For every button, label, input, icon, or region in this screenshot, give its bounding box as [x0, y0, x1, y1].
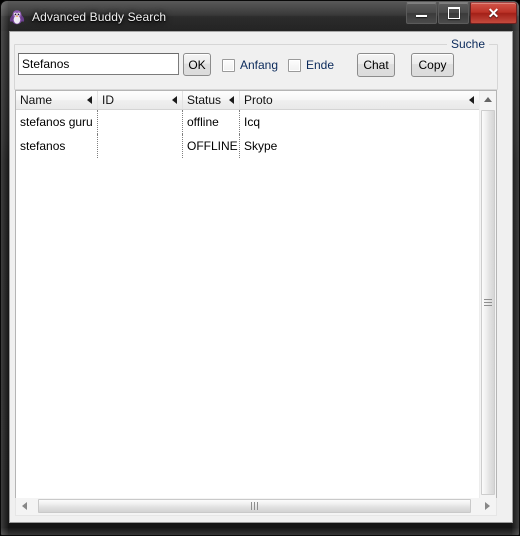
checkbox-ende[interactable]: Ende [288, 58, 334, 72]
cell-status: offline [183, 110, 240, 134]
column-header-name-label: Name [20, 93, 53, 107]
table-row[interactable]: stefanos guru offline Icq [16, 110, 479, 134]
scroll-left-button[interactable] [16, 498, 33, 514]
column-header-id[interactable]: ID [98, 91, 183, 109]
sort-left-icon [229, 96, 234, 104]
copy-button[interactable]: Copy [411, 53, 454, 77]
column-header-status[interactable]: Status [183, 91, 240, 109]
close-button[interactable]: ✕ [470, 2, 517, 24]
vertical-scrollbar[interactable] [479, 91, 496, 514]
penguin-app-icon [9, 9, 25, 25]
chevron-up-icon [484, 97, 492, 102]
horizontal-scrollbar[interactable] [15, 498, 497, 516]
window-edge-right [512, 1, 519, 535]
cell-name: stefanos [16, 134, 98, 158]
column-header-name[interactable]: Name [16, 91, 98, 109]
vertical-scrollbar-thumb[interactable] [481, 110, 495, 495]
ok-button[interactable]: OK [183, 53, 211, 76]
column-header-status-label: Status [187, 93, 222, 107]
scrollbar-grip-icon [484, 299, 492, 306]
chat-button[interactable]: Chat [357, 53, 395, 77]
window-title: Advanced Buddy Search [32, 10, 167, 24]
column-header-proto-label: Proto [244, 93, 273, 107]
horizontal-scrollbar-thumb[interactable] [38, 499, 471, 513]
scroll-up-button[interactable] [480, 91, 496, 108]
chevron-right-icon [485, 502, 490, 510]
results-header-row: Name ID Status Proto [16, 91, 479, 110]
checkbox-anfang-label: Anfang [240, 58, 279, 72]
window-controls: ✕ [405, 2, 517, 24]
cell-id [98, 110, 183, 134]
checkbox-ende-label: Ende [306, 58, 335, 72]
sort-left-icon [469, 96, 474, 104]
cell-proto: Icq [244, 115, 261, 129]
checkbox-ende-box[interactable] [288, 58, 301, 72]
cell-name: stefanos guru [16, 110, 98, 134]
chevron-left-icon [22, 502, 27, 510]
window-edge-left [1, 1, 8, 535]
cell-id [98, 134, 183, 158]
checkbox-anfang-box[interactable] [222, 58, 235, 72]
results-body: stefanos guru offline Icq stefanos OFFLI… [16, 110, 479, 514]
window-edge-bottom [1, 528, 519, 535]
minimize-icon [416, 15, 427, 17]
cell-proto: Skype [244, 139, 278, 153]
column-header-id-label: ID [102, 93, 114, 107]
search-groupbox-label: Suche [446, 37, 489, 51]
sort-left-icon [172, 96, 177, 104]
column-header-proto[interactable]: Proto [240, 91, 479, 109]
client-area: Suche OK Anfang Ende Chat Copy Name ID [9, 31, 513, 523]
application-window: Advanced Buddy Search ✕ Suche OK Anfang [0, 0, 520, 536]
results-listview[interactable]: Name ID Status Proto stefanos guru offli… [15, 90, 497, 515]
sort-left-icon [87, 96, 92, 104]
close-icon: ✕ [487, 5, 500, 21]
scroll-right-button[interactable] [479, 498, 496, 514]
scrollbar-grip-icon [251, 502, 258, 510]
maximize-button[interactable] [438, 2, 469, 24]
maximize-icon [447, 7, 460, 19]
title-bar[interactable]: Advanced Buddy Search ✕ [1, 1, 519, 30]
cell-status: OFFLINE [183, 134, 240, 158]
table-row[interactable]: stefanos OFFLINE Skype [16, 134, 479, 158]
minimize-button[interactable] [406, 2, 437, 24]
checkbox-anfang[interactable]: Anfang [222, 58, 278, 72]
search-input[interactable] [18, 53, 179, 75]
